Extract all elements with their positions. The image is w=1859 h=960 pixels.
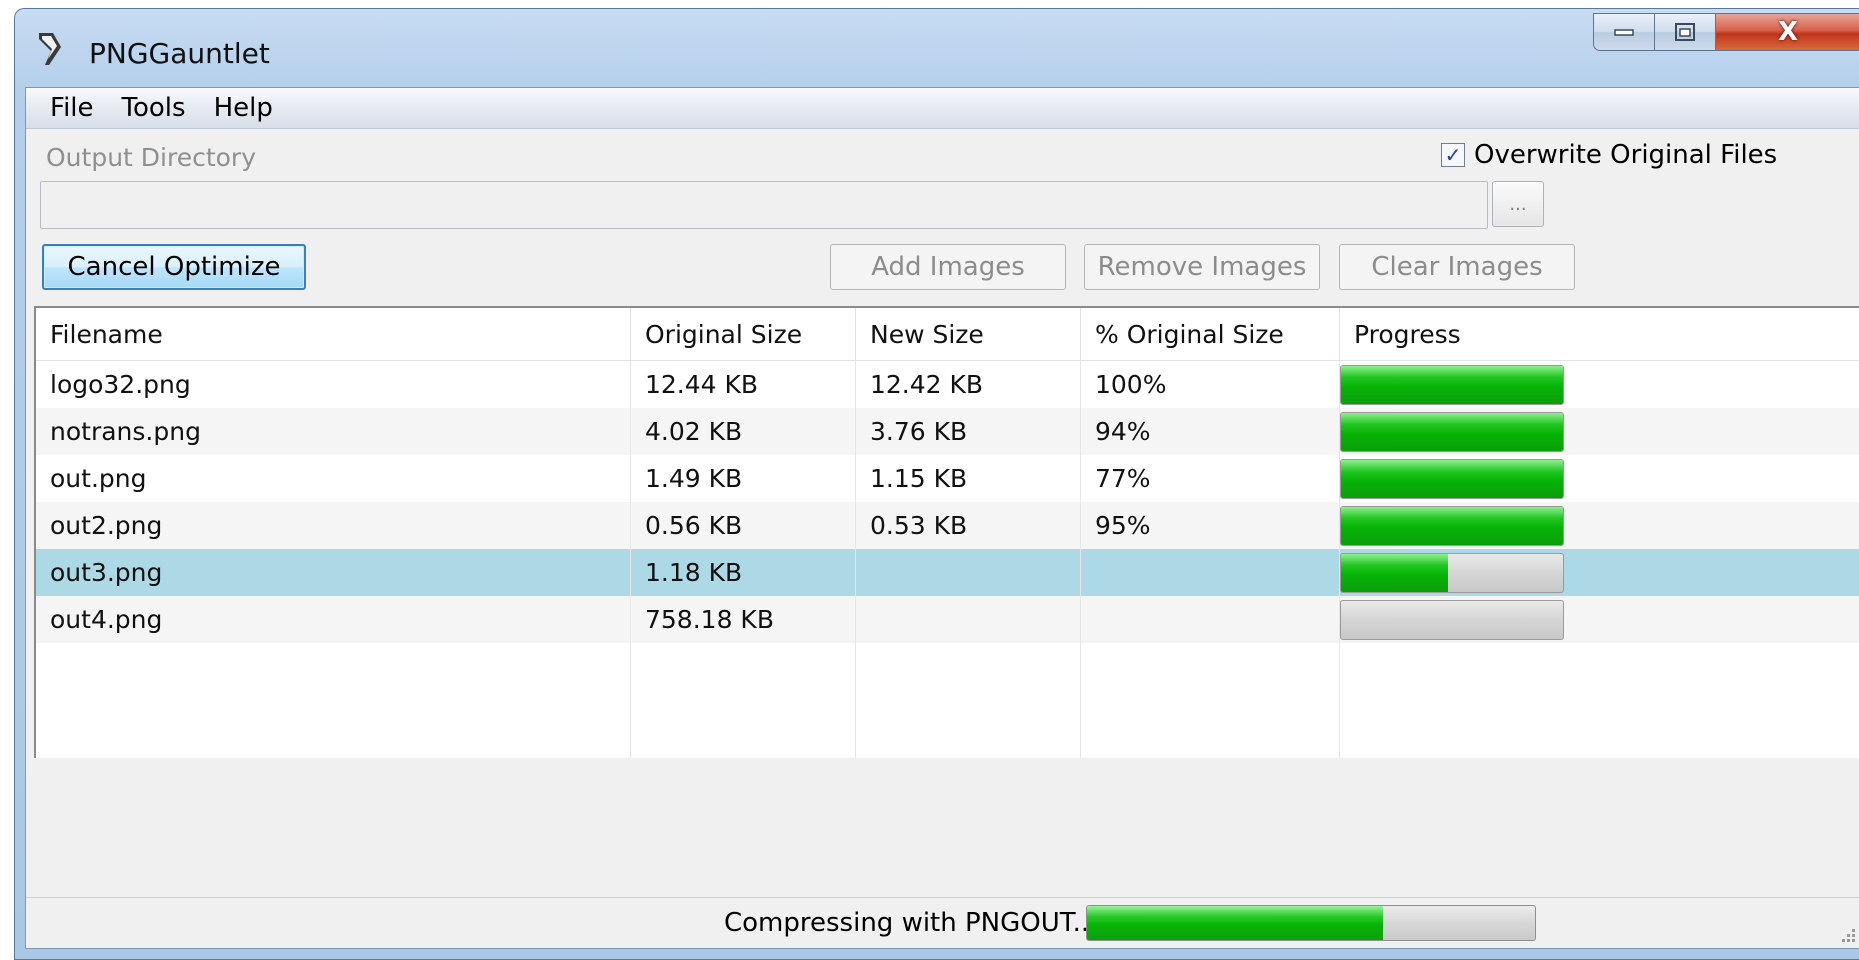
overwrite-label[interactable]: Overwrite Original Files	[1474, 140, 1777, 170]
cell-new-size: 0.53 KB	[856, 502, 1081, 549]
cell-filename: out.png	[36, 455, 631, 502]
column-header-percent[interactable]: % Original Size	[1081, 308, 1340, 360]
cell-percent: 77%	[1081, 455, 1340, 502]
table-row[interactable]: notrans.png 4.02 KB 3.76 KB 94%	[36, 408, 1859, 455]
output-directory-input[interactable]	[40, 181, 1488, 229]
cell-filename: out4.png	[36, 596, 631, 643]
window-title: PNGGauntlet	[89, 37, 270, 70]
cell-original-size: 12.44 KB	[631, 361, 856, 408]
row-progress-bar	[1340, 553, 1564, 593]
status-progress-bar	[1086, 905, 1536, 941]
cell-percent	[1081, 596, 1340, 643]
column-header-new-size[interactable]: New Size	[856, 308, 1081, 360]
column-header-filename[interactable]: Filename	[36, 308, 631, 360]
status-progress-fill	[1087, 906, 1383, 940]
checkmark-icon: ✓	[1444, 143, 1462, 167]
progress-fill	[1341, 366, 1563, 404]
row-progress-bar	[1340, 459, 1564, 499]
cell-original-size: 1.49 KB	[631, 455, 856, 502]
cell-original-size: 758.18 KB	[631, 596, 856, 643]
table-row[interactable]: out4.png 758.18 KB	[36, 596, 1859, 643]
progress-fill	[1341, 460, 1563, 498]
resize-grip-icon[interactable]	[1835, 924, 1857, 946]
cell-new-size	[856, 596, 1081, 643]
cell-new-size: 3.76 KB	[856, 408, 1081, 455]
table-header: Filename Original Size New Size % Origin…	[36, 308, 1859, 361]
row-progress-bar	[1340, 506, 1564, 546]
row-progress-bar	[1340, 365, 1564, 405]
cell-new-size: 1.15 KB	[856, 455, 1081, 502]
pen-nib-icon	[39, 33, 61, 65]
progress-fill	[1341, 413, 1563, 451]
minimize-icon	[1614, 29, 1634, 36]
cell-percent: 95%	[1081, 502, 1340, 549]
table-row[interactable]: logo32.png 12.44 KB 12.42 KB 100%	[36, 361, 1859, 408]
row-progress-bar	[1340, 412, 1564, 452]
menu-tools[interactable]: Tools	[108, 93, 200, 123]
output-directory-label: Output Directory	[46, 143, 257, 172]
cell-new-size: 12.42 KB	[856, 361, 1081, 408]
column-header-progress[interactable]: Progress	[1340, 308, 1580, 360]
menu-help[interactable]: Help	[200, 93, 287, 123]
cancel-optimize-button[interactable]: Cancel Optimize	[42, 244, 306, 290]
cell-new-size	[856, 549, 1081, 596]
cell-percent: 94%	[1081, 408, 1340, 455]
table-row[interactable]: out.png 1.49 KB 1.15 KB 77%	[36, 455, 1859, 502]
browse-button[interactable]: ...	[1492, 181, 1544, 227]
clear-images-button[interactable]: Clear Images	[1339, 244, 1575, 290]
cell-original-size: 0.56 KB	[631, 502, 856, 549]
client-area: File Tools Help Output Directory ✓ Overw…	[25, 87, 1859, 949]
progress-fill	[1341, 554, 1448, 592]
table-row-selected[interactable]: out3.png 1.18 KB	[36, 549, 1859, 596]
overwrite-option[interactable]: ✓ Overwrite Original Files	[1441, 140, 1777, 170]
cell-filename: logo32.png	[36, 361, 631, 408]
menu-file[interactable]: File	[36, 93, 108, 123]
title-bar[interactable]: PNGGauntlet X	[15, 9, 1859, 87]
maximize-icon	[1675, 23, 1695, 41]
cell-percent	[1081, 549, 1340, 596]
maximize-button[interactable]	[1654, 13, 1716, 51]
close-button[interactable]: X	[1715, 13, 1859, 51]
progress-fill	[1341, 507, 1563, 545]
remove-images-button[interactable]: Remove Images	[1084, 244, 1320, 290]
overwrite-checkbox[interactable]: ✓	[1441, 143, 1465, 167]
row-progress-bar	[1340, 600, 1564, 640]
cell-original-size: 1.18 KB	[631, 549, 856, 596]
status-bar: Compressing with PNGOUT...	[26, 897, 1859, 948]
menu-bar: File Tools Help	[26, 88, 1859, 129]
app-window: PNGGauntlet X File Tools Help Output Dir…	[14, 8, 1859, 960]
cell-original-size: 4.02 KB	[631, 408, 856, 455]
table-row[interactable]: out2.png 0.56 KB 0.53 KB 95%	[36, 502, 1859, 549]
cell-percent: 100%	[1081, 361, 1340, 408]
close-icon: X	[1777, 17, 1799, 47]
status-text: Compressing with PNGOUT...	[724, 908, 1098, 938]
image-list[interactable]: Filename Original Size New Size % Origin…	[34, 306, 1859, 758]
cell-filename: notrans.png	[36, 408, 631, 455]
cell-filename: out3.png	[36, 549, 631, 596]
cell-filename: out2.png	[36, 502, 631, 549]
column-header-original-size[interactable]: Original Size	[631, 308, 856, 360]
minimize-button[interactable]	[1593, 13, 1655, 51]
add-images-button[interactable]: Add Images	[830, 244, 1066, 290]
